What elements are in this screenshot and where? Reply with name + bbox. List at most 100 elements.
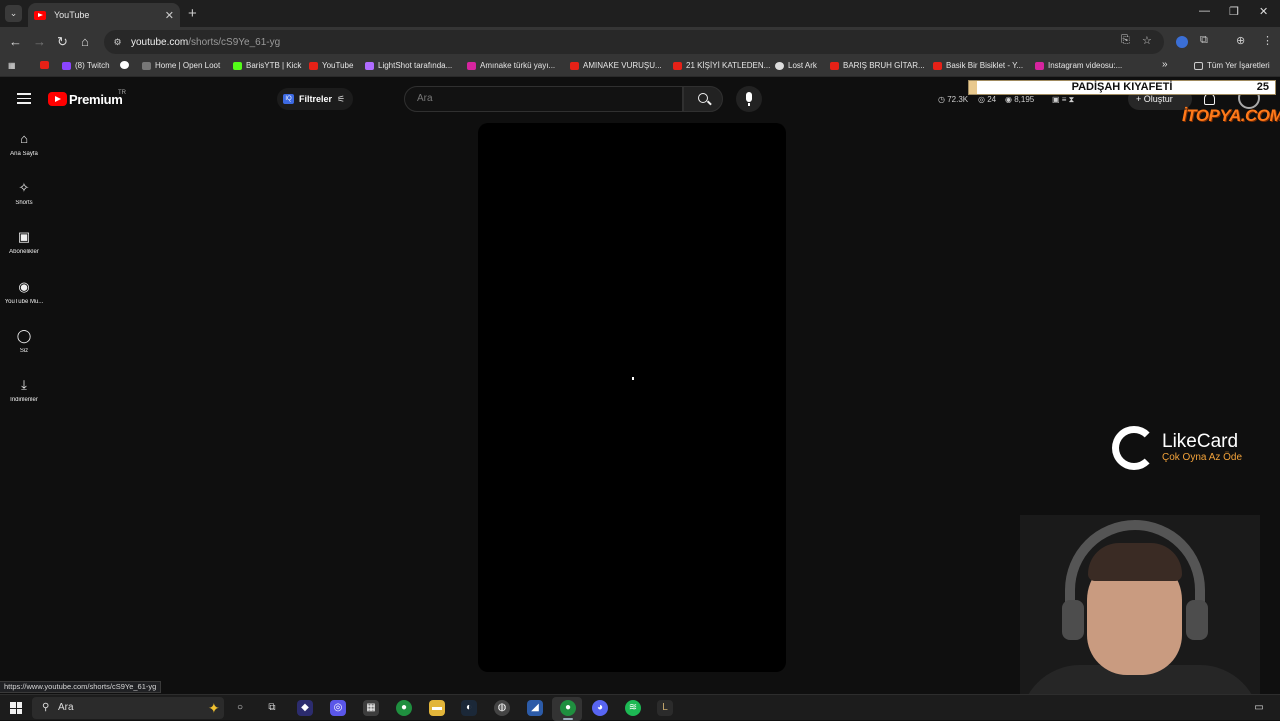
file-explorer-icon[interactable]: ▬ — [429, 700, 445, 716]
search-input[interactable]: Ara — [404, 86, 683, 112]
minimize-button[interactable]: — — [1199, 5, 1210, 17]
browser-menu-icon[interactable]: ⋮ — [1262, 34, 1273, 47]
address-bar-row: ← → ↻ ⌂ ⚙ youtube.com/shorts/cS9Ye_61-yg… — [0, 27, 1280, 57]
bookmark-kick[interactable]: BarisYTB | Kick — [233, 61, 301, 70]
sidebar-item-subscriptions[interactable]: ▣ Abonelikler — [0, 229, 48, 255]
taskbar-search[interactable]: ⚲ Ara ✦ — [32, 697, 224, 719]
stat-views: ◷ 72.3K — [938, 95, 969, 104]
filters-button[interactable]: IQ Filtreler ⚟ — [277, 88, 353, 110]
widgets-icon[interactable]: ⧉ — [264, 700, 280, 716]
sidebar-item-label: İndirilenler — [10, 397, 38, 403]
bookmark-youtube-5[interactable]: Basik Bir Bisiklet - Y... — [933, 61, 1023, 70]
extensions-icon[interactable]: ⧉ — [1200, 34, 1208, 47]
bookmark-label: (8) Twitch — [75, 61, 110, 70]
app-icon-2[interactable]: ◢ — [527, 700, 543, 716]
webcam-overlay — [1020, 515, 1260, 720]
install-app-icon[interactable]: ⎘ — [1121, 34, 1130, 47]
youtube-icon — [830, 61, 839, 70]
sliders-icon: ⚟ — [337, 93, 346, 104]
reload-icon[interactable]: ↻ — [57, 34, 68, 50]
tab-search-button[interactable]: ⌄ — [5, 5, 22, 22]
bookmark-label: BARIŞ BRUH GİTAR... — [843, 61, 925, 70]
site-info-icon[interactable]: ⚙ — [112, 37, 123, 48]
stat-likes: ◎ 24 — [978, 95, 997, 104]
twitch-icon — [62, 61, 71, 70]
store-icon[interactable]: ▦ — [363, 700, 379, 716]
tab-close-icon[interactable]: ✕ — [165, 9, 174, 22]
banner-text: PADİŞAH KIYAFETİ — [1071, 81, 1173, 93]
omnibox[interactable]: ⚙ youtube.com/shorts/cS9Ye_61-yg — [104, 30, 1164, 54]
bookmark-youtube-icon[interactable] — [40, 61, 53, 69]
voice-search-button[interactable] — [736, 86, 762, 112]
tab-youtube[interactable]: YouTube ✕ — [28, 3, 180, 27]
tab-strip: ⌄ YouTube ✕ + — ❐ ✕ — [0, 0, 1280, 27]
obs-icon[interactable]: ◍ — [494, 700, 510, 716]
bookmark-twitch[interactable]: (8) Twitch — [62, 61, 110, 70]
spotify-icon[interactable]: ≋ — [625, 700, 641, 716]
bookmark-instagram-2[interactable]: Instagram videosu:... — [1035, 61, 1122, 70]
shorts-video-player[interactable] — [478, 123, 786, 672]
chrome-icon[interactable]: ● — [396, 700, 412, 716]
copilot-icon[interactable]: ◎ — [330, 700, 346, 716]
bookmark-google[interactable] — [120, 61, 133, 69]
stat-watchers: ◉ 8,195 — [1005, 95, 1035, 104]
chrome-active-icon[interactable]: ● — [560, 700, 576, 716]
new-tab-button[interactable]: + — [188, 5, 197, 22]
sidebar-item-you[interactable]: ◯ Siz — [0, 328, 48, 354]
subscriptions-icon: ▣ — [17, 229, 31, 244]
vpn-icon[interactable]: ⊕ — [1236, 34, 1245, 47]
search-button[interactable] — [683, 86, 723, 112]
shorts-icon: ✧ — [18, 180, 30, 195]
bookmarks-bar: ▦ (8) Twitch Home | Open Loot BarisYTB |… — [0, 57, 1280, 77]
menu-icon[interactable] — [17, 93, 31, 104]
bookmark-youtube-3[interactable]: 21 KİŞİYİ KATLEDEN... — [673, 61, 770, 70]
sidebar-item-shorts[interactable]: ✧ Shorts — [0, 180, 48, 206]
forward-icon[interactable]: → — [33, 34, 46, 49]
close-window-button[interactable]: ✕ — [1259, 5, 1268, 18]
sponsor-logo: İTOPYA.COM — [1182, 106, 1280, 125]
notifications-panel-icon[interactable]: ▭ — [1251, 700, 1267, 716]
sidebar-item-label: Ana Sayfa — [10, 151, 38, 157]
sidebar-item-downloads[interactable]: ⤓ İndirilenler — [0, 377, 48, 403]
sidebar-item-youtube-music[interactable]: ◉ YouTube Mu... — [0, 279, 48, 305]
youtube-logo-icon[interactable] — [48, 92, 67, 106]
bookmark-label: Tüm Yer İşaretleri — [1207, 61, 1270, 70]
youtube-music-icon: ◉ — [18, 279, 30, 294]
all-bookmarks[interactable]: Tüm Yer İşaretleri — [1194, 61, 1270, 70]
bookmark-label: Home | Open Loot — [155, 61, 221, 70]
extension-icon[interactable]: ▣ ≡ ⧗ — [1052, 95, 1074, 105]
youtube-brand[interactable]: Premium — [69, 92, 123, 107]
kick-icon — [233, 61, 242, 70]
more-bookmarks-button[interactable]: » — [1162, 59, 1168, 70]
bookmark-instagram-1[interactable]: Amınake türkü yayı... — [467, 61, 555, 70]
home-icon[interactable]: ⌂ — [81, 34, 89, 49]
restore-button[interactable]: ❐ — [1229, 5, 1239, 18]
bookmark-youtube[interactable]: YouTube — [309, 61, 353, 70]
bookmark-youtube-2[interactable]: AMINAKE VURUŞU... — [570, 61, 662, 70]
copilot-sparkle-icon: ✦ — [208, 700, 220, 716]
league-icon[interactable]: L — [657, 700, 673, 716]
url-path: /shorts/cS9Ye_61-yg — [188, 36, 281, 48]
apps-icon[interactable]: ▦ — [8, 61, 16, 70]
bookmark-open-loot[interactable]: Home | Open Loot — [142, 61, 220, 70]
bookmark-star-icon[interactable]: ☆ — [1142, 34, 1152, 47]
profile-icon[interactable] — [1176, 36, 1188, 48]
youtube-icon — [40, 61, 49, 69]
lightshot-icon — [365, 61, 374, 70]
home-icon: ⌂ — [20, 131, 28, 146]
sidebar-item-home[interactable]: ⌂ Ana Sayfa — [0, 131, 48, 157]
bookmark-lost-ark[interactable]: Lost Ark — [775, 61, 817, 70]
bookmark-label: 21 KİŞİYİ KATLEDEN... — [686, 61, 771, 70]
bookmark-youtube-4[interactable]: BARIŞ BRUH GİTAR... — [830, 61, 925, 70]
app-icon-1[interactable]: ◆ — [297, 700, 313, 716]
bookmark-label: YouTube — [322, 61, 354, 70]
steam-icon[interactable]: ◐ — [461, 700, 477, 716]
bookmark-lightshot[interactable]: LightShot tarafında... — [365, 61, 452, 70]
task-view-icon[interactable]: ○ — [232, 700, 248, 716]
sidebar-item-label: YouTube Mu... — [4, 299, 44, 305]
sidebar-item-label: Abonelikler — [9, 249, 39, 255]
back-icon[interactable]: ← — [9, 34, 22, 49]
taskbar-search-text: Ara — [58, 702, 74, 713]
discord-icon[interactable]: ◕ — [592, 700, 608, 716]
windows-start-icon[interactable] — [10, 702, 22, 714]
